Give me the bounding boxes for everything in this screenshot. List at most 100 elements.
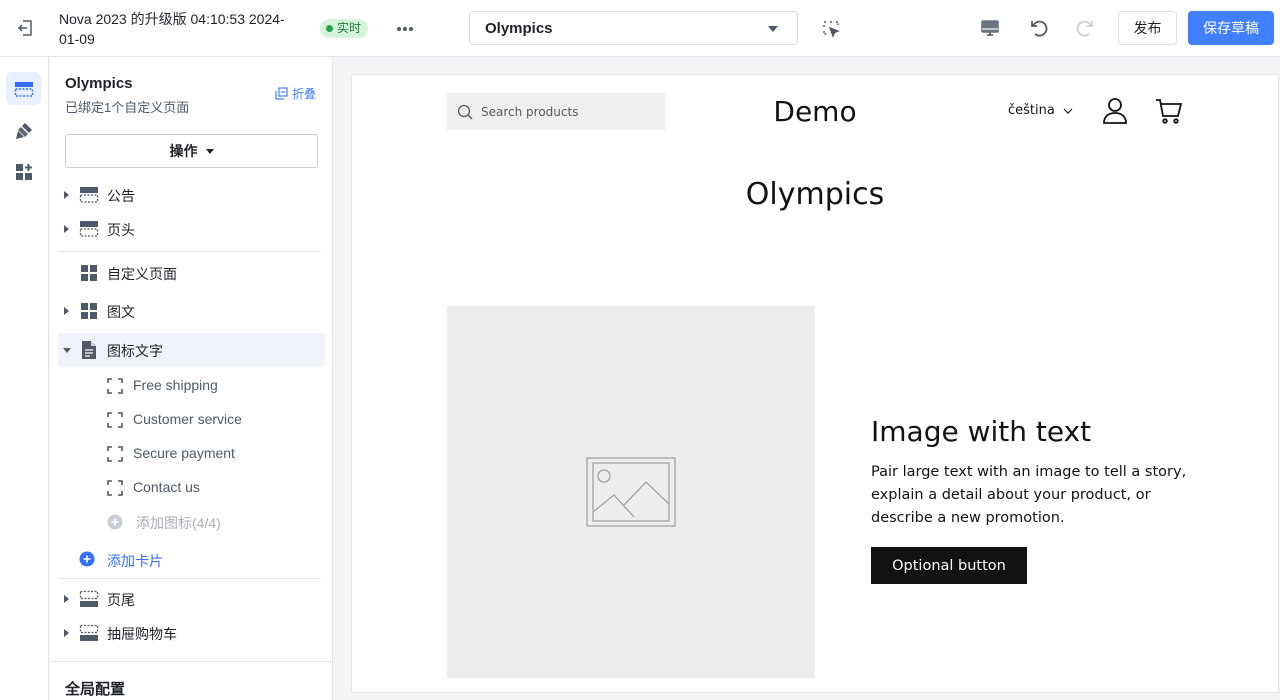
tree-item-label: 页头	[107, 222, 135, 238]
header-section-icon	[79, 185, 99, 205]
tree-item-header[interactable]: 页头	[58, 212, 325, 246]
undo-button[interactable]	[1027, 16, 1051, 40]
icon-block-secure-payment[interactable]: Secure payment	[58, 436, 325, 470]
store-search-input[interactable]: Search products	[447, 93, 665, 130]
page-select[interactable]: Olympics	[469, 11, 798, 45]
collapse-label: 折叠	[292, 87, 317, 101]
brush-icon	[15, 122, 32, 139]
add-card-button[interactable]: 添加卡片	[58, 542, 325, 576]
redo-icon	[1076, 20, 1093, 37]
collapse-arrow-icon[interactable]	[63, 348, 71, 353]
language-selector[interactable]: čeština	[1008, 103, 1073, 118]
block-placeholder-icon	[107, 480, 123, 496]
block-placeholder-icon	[107, 446, 123, 462]
sidebar-subtitle: 已绑定1个自定义页面	[65, 100, 190, 115]
select-cursor-icon	[823, 21, 840, 38]
desktop-icon	[981, 20, 999, 36]
tree-item-custom-page[interactable]: 自定义页面	[58, 256, 325, 290]
rail-theme-style-button[interactable]	[6, 114, 41, 147]
rail-apps-button[interactable]	[6, 155, 41, 188]
top-bar: Nova 2023 的升级版 04:10:53 2024-01-09 实时 Ol…	[0, 0, 1280, 57]
header-section-icon	[79, 219, 99, 239]
operations-label: 操作	[169, 143, 198, 159]
exit-icon	[17, 20, 32, 36]
live-dot-icon	[326, 25, 333, 32]
grid-icon	[79, 301, 99, 321]
global-config-title[interactable]: 全局配置	[65, 678, 125, 699]
expand-arrow-icon[interactable]	[64, 225, 69, 233]
page-heading: Olympics	[745, 177, 885, 212]
undo-icon	[1031, 20, 1048, 37]
document-icon	[79, 340, 99, 360]
icon-block-contact-us[interactable]: Contact us	[58, 470, 325, 504]
add-card-label: 添加卡片	[107, 553, 163, 569]
icon-block-customer-service[interactable]: Customer service	[58, 402, 325, 436]
icon-block-label: Secure payment	[133, 445, 235, 461]
tree-item-footer[interactable]: 页尾	[58, 582, 325, 616]
tree-item-label: 抽屉购物车	[107, 626, 177, 642]
image-with-text-description: Pair large text with an image to tell a …	[871, 464, 1187, 526]
cart-icon[interactable]	[1155, 97, 1183, 125]
icon-block-label: Customer service	[133, 411, 242, 427]
divider	[58, 251, 321, 252]
tree-item-label: 自定义页面	[107, 266, 177, 282]
store-preview: Search products Demo čeština Olympics Im…	[352, 75, 1278, 692]
tree-item-icon-text[interactable]: 图标文字	[58, 333, 325, 367]
tree-item-label: 图标文字	[107, 343, 163, 359]
publish-button[interactable]: 发布	[1118, 11, 1177, 45]
sections-icon	[14, 81, 33, 97]
image-placeholder-icon	[586, 457, 676, 527]
tree-item-label: 公告	[107, 188, 135, 204]
image-placeholder	[447, 306, 815, 678]
save-draft-button[interactable]: 保存草稿	[1188, 11, 1274, 45]
add-icon-button: 添加图标(4/4)	[58, 504, 325, 538]
collapse-icon	[275, 87, 288, 100]
footer-section-icon	[79, 623, 99, 643]
more-options-button[interactable]	[394, 18, 416, 40]
tree-item-label: 图文	[107, 304, 135, 320]
add-circle-icon	[107, 514, 123, 530]
block-placeholder-icon	[107, 378, 123, 394]
grid-icon	[79, 263, 99, 283]
theme-title: Nova 2023 的升级版 04:10:53 2024-01-09	[59, 11, 285, 47]
icon-block-label: Contact us	[133, 479, 200, 495]
live-label: 实时	[337, 21, 362, 35]
tree-item-announcement[interactable]: 公告	[58, 178, 325, 212]
divider	[58, 578, 321, 579]
inspect-element-button[interactable]	[820, 18, 842, 40]
store-logo[interactable]: Demo	[732, 95, 898, 128]
expand-arrow-icon[interactable]	[64, 595, 69, 603]
expand-arrow-icon[interactable]	[64, 191, 69, 199]
left-rail	[0, 57, 49, 700]
tree-item-label: 页尾	[107, 592, 135, 608]
search-icon	[457, 104, 473, 119]
ellipsis-icon	[397, 27, 413, 31]
tree-item-drawer-cart[interactable]: 抽屉购物车	[58, 616, 325, 650]
icon-block-label: Free shipping	[133, 377, 218, 393]
chevron-down-icon	[1063, 108, 1073, 114]
tree-item-image-text[interactable]: 图文	[58, 294, 325, 328]
expand-arrow-icon[interactable]	[64, 307, 69, 315]
redo-button[interactable]	[1073, 16, 1097, 40]
device-preview-button[interactable]	[978, 16, 1002, 40]
language-label: čeština	[1008, 103, 1055, 118]
live-status-badge: 实时	[320, 19, 369, 38]
optional-button[interactable]: Optional button	[871, 547, 1027, 584]
block-placeholder-icon	[107, 412, 123, 428]
add-circle-icon	[79, 551, 95, 567]
section-sidebar: Olympics 已绑定1个自定义页面 折叠 操作 公告 页头 自定义页面 图文…	[50, 57, 333, 700]
sidebar-title: Olympics	[65, 75, 133, 92]
image-with-text-title: Image with text	[871, 415, 1092, 448]
rail-sections-button[interactable]	[6, 72, 41, 105]
exit-editor-button[interactable]	[14, 17, 36, 39]
expand-arrow-icon[interactable]	[64, 629, 69, 637]
search-placeholder: Search products	[481, 104, 579, 119]
operations-button[interactable]: 操作	[65, 134, 318, 168]
collapse-button[interactable]: 折叠	[275, 85, 316, 102]
add-icon-label: 添加图标(4/4)	[136, 515, 221, 531]
apps-icon	[15, 163, 32, 180]
icon-block-free-shipping[interactable]: Free shipping	[58, 368, 325, 402]
account-icon[interactable]	[1102, 97, 1128, 125]
divider	[50, 661, 333, 662]
caret-down-icon	[205, 148, 214, 154]
